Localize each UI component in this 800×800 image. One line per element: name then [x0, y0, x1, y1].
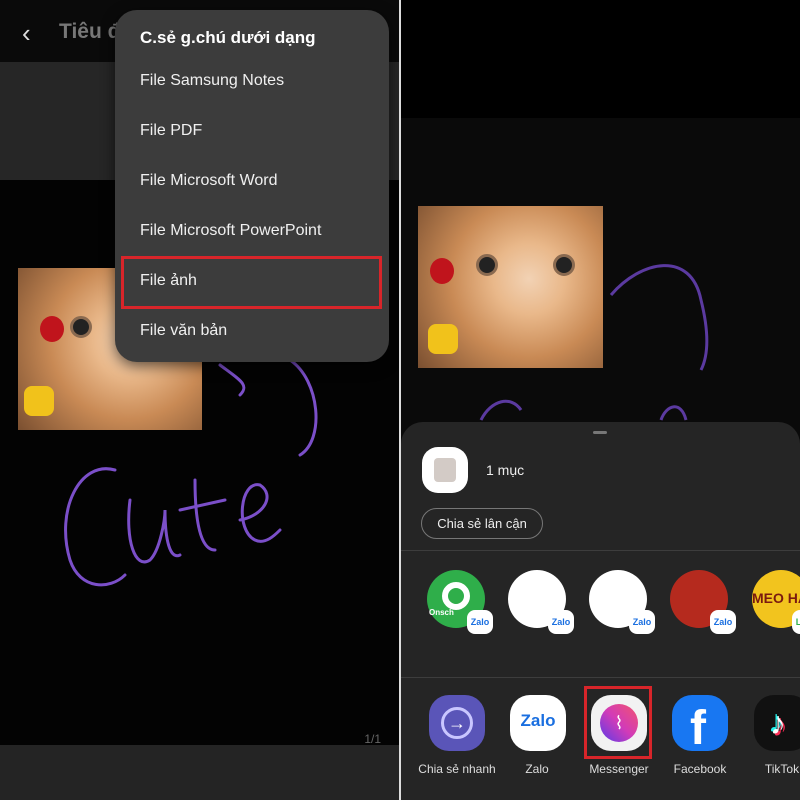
- chevron-left-icon[interactable]: ‹: [22, 18, 31, 49]
- menu-title: C.sẻ g.chú dưới dạng: [140, 28, 316, 47]
- menu-item-text[interactable]: File văn bản: [140, 322, 227, 340]
- divider: [401, 550, 800, 551]
- contact-group[interactable]: Zalo: [589, 570, 655, 634]
- right-screen: 1 mục Chia sẻ lân cận Onsch Zalo Zalo Za…: [401, 0, 800, 800]
- contact-meo[interactable]: MEO HA Line: [752, 570, 800, 634]
- bottom-bar: [0, 745, 399, 800]
- menu-item-powerpoint[interactable]: File Microsoft PowerPoint: [140, 222, 321, 240]
- highlight-box: [584, 686, 652, 759]
- zalo-badge-icon: Zalo: [710, 610, 736, 634]
- facebook-icon[interactable]: f: [672, 695, 728, 755]
- quick-share-icon[interactable]: →: [429, 695, 485, 751]
- app-label-tiktok: TikTok: [764, 762, 800, 776]
- zalo-badge-icon: Zalo: [548, 610, 574, 634]
- zalo-badge-icon: Zalo: [467, 610, 493, 634]
- app-label-quick-share: Chia sẻ nhanh: [418, 762, 496, 776]
- app-label-zalo: Zalo: [525, 762, 549, 776]
- menu-item-pdf[interactable]: File PDF: [140, 122, 202, 140]
- share-as-menu: C.sẻ g.chú dưới dạng File Samsung Notes …: [115, 10, 389, 362]
- app-label-facebook: Facebook: [673, 762, 727, 776]
- menu-item-word[interactable]: File Microsoft Word: [140, 172, 278, 190]
- page-indicator: 1/1: [364, 732, 381, 746]
- contact-group[interactable]: Zalo: [508, 570, 574, 634]
- nearby-share-button[interactable]: Chia sẻ lân cận: [421, 508, 543, 539]
- zalo-badge-icon: Zalo: [629, 610, 655, 634]
- menu-item-samsung-notes[interactable]: File Samsung Notes: [140, 72, 284, 90]
- drag-handle[interactable]: [593, 431, 607, 434]
- file-icon: [422, 447, 468, 493]
- share-sheet: 1 mục Chia sẻ lân cận Onsch Zalo Zalo Za…: [401, 422, 800, 800]
- app-label-messenger: Messenger: [589, 762, 649, 776]
- line-badge-icon: Line: [792, 610, 800, 634]
- handwriting: [479, 264, 709, 421]
- item-count: 1 mục: [486, 462, 525, 478]
- zalo-icon[interactable]: Zalo: [510, 695, 566, 751]
- note-title: Tiêu đ: [59, 20, 121, 43]
- contact-onsch[interactable]: Onsch Zalo: [427, 570, 493, 634]
- highlight-box: [121, 256, 382, 309]
- left-screen: ‹ Tiêu đ 1/1 C.sẻ g.chú dưới dạng File S…: [0, 0, 399, 800]
- tiktok-icon[interactable]: ♪: [754, 695, 800, 751]
- contact-avatar[interactable]: Zalo: [670, 570, 736, 634]
- divider: [401, 677, 800, 678]
